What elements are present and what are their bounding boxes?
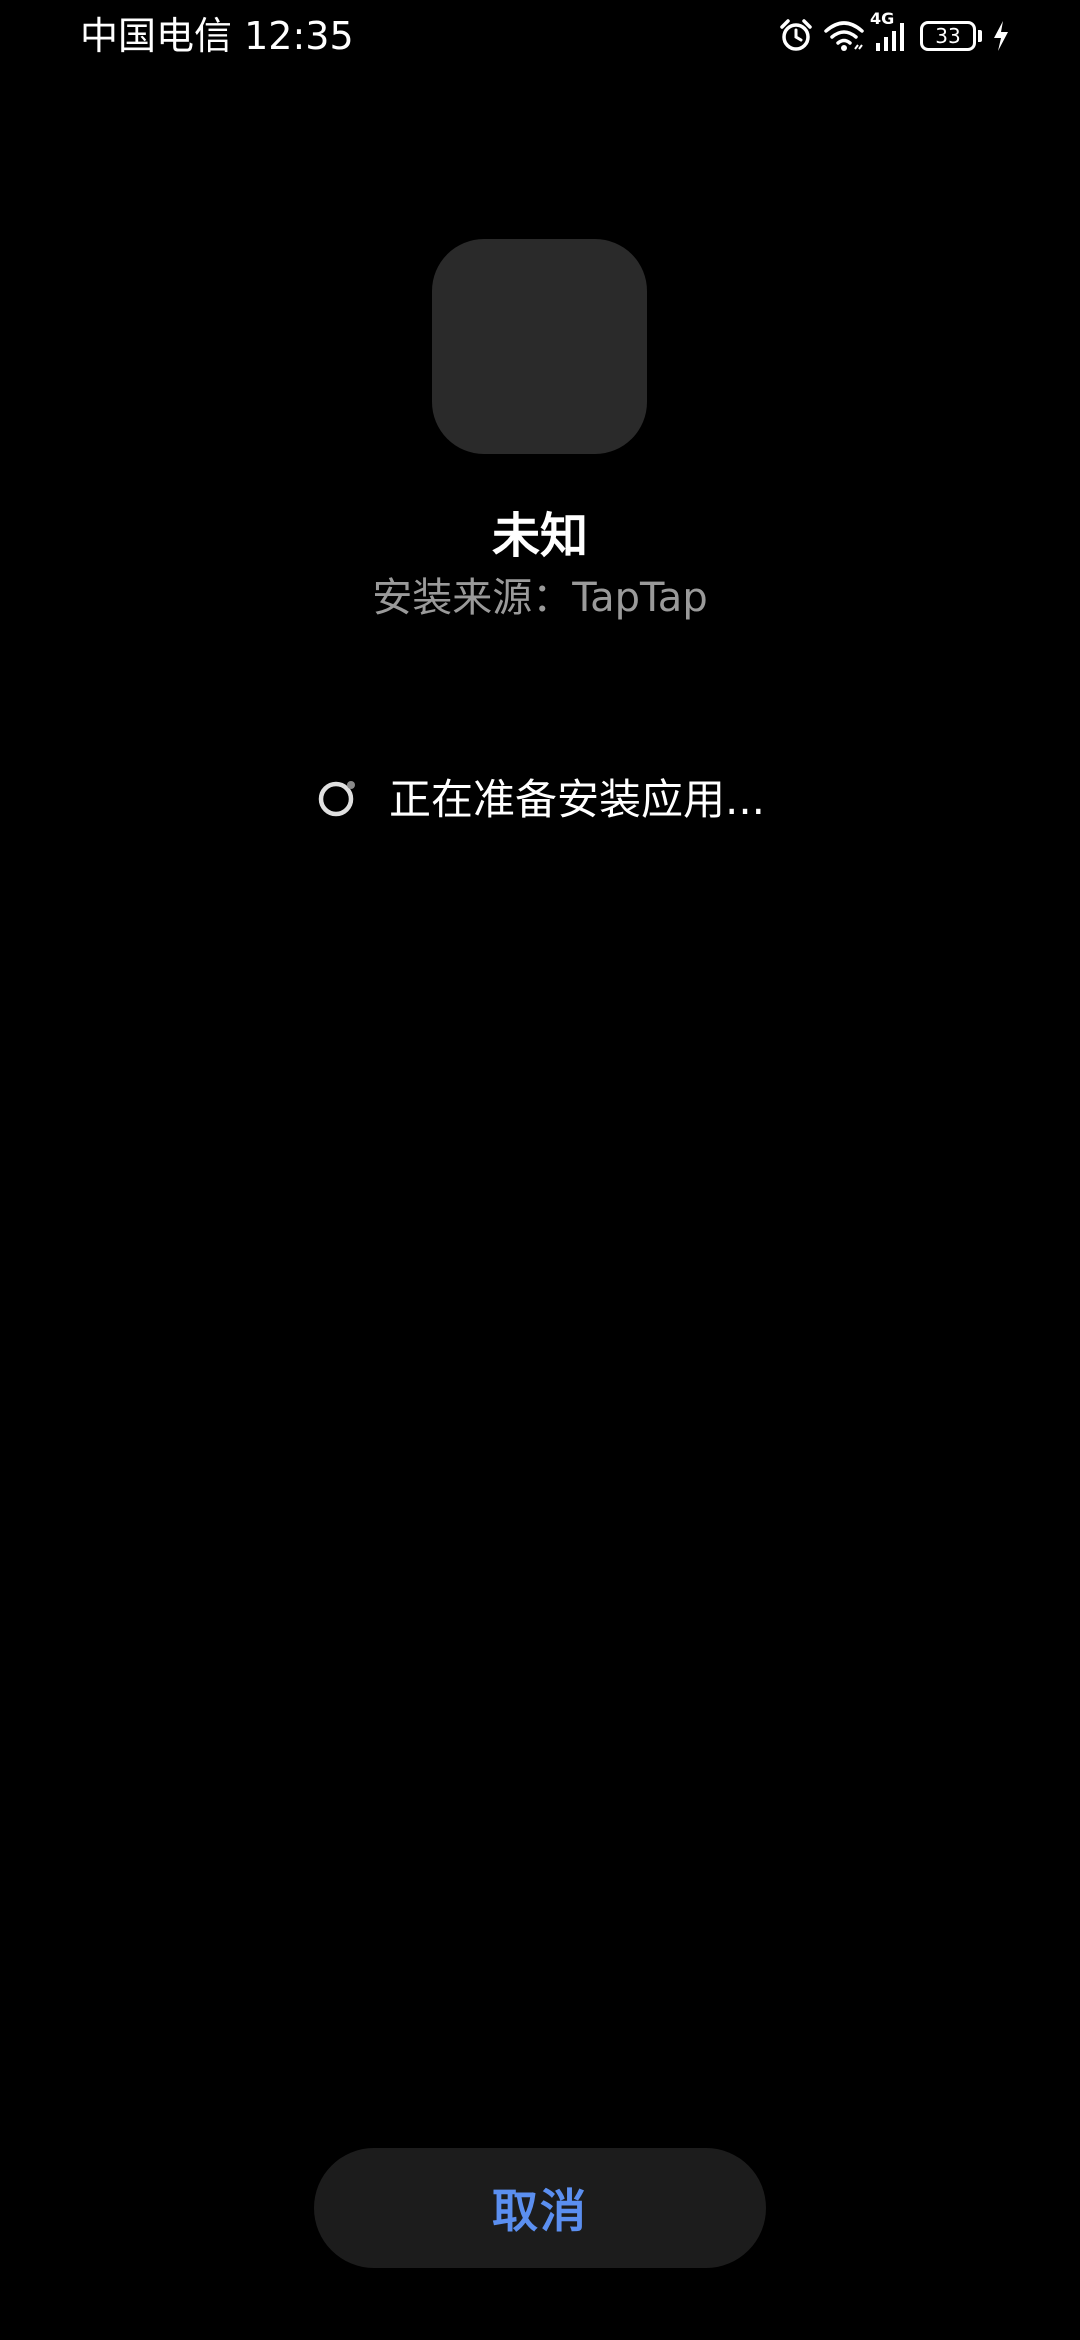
app-name: 未知 — [491, 508, 588, 564]
cancel-button-label: 取消 — [492, 2184, 588, 2238]
status-icons: 4G 33 — [778, 9, 1010, 58]
battery-icon: 33 — [920, 21, 982, 51]
app-icon-placeholder — [432, 239, 647, 454]
cellular-signal-icon: 4G — [870, 9, 910, 53]
network-type-label: 4G — [870, 9, 895, 28]
install-source: 安装来源：TapTap — [372, 575, 708, 621]
charging-icon — [992, 20, 1010, 52]
alarm-icon — [778, 18, 814, 54]
carrier-name: 中国电信 — [80, 14, 233, 58]
status-bar: 中国电信 12:35 4G 33 — [0, 0, 1080, 72]
install-progress: 正在准备安装应用... — [0, 770, 1080, 830]
battery-level: 33 — [920, 21, 976, 51]
loading-spinner-icon — [315, 775, 361, 825]
wifi-icon — [824, 19, 864, 53]
clock-time: 12:35 — [244, 14, 354, 58]
cancel-button[interactable]: 取消 — [314, 2148, 766, 2268]
progress-status-text: 正在准备安装应用... — [388, 775, 766, 824]
status-left: 中国电信 12:35 — [80, 12, 354, 60]
